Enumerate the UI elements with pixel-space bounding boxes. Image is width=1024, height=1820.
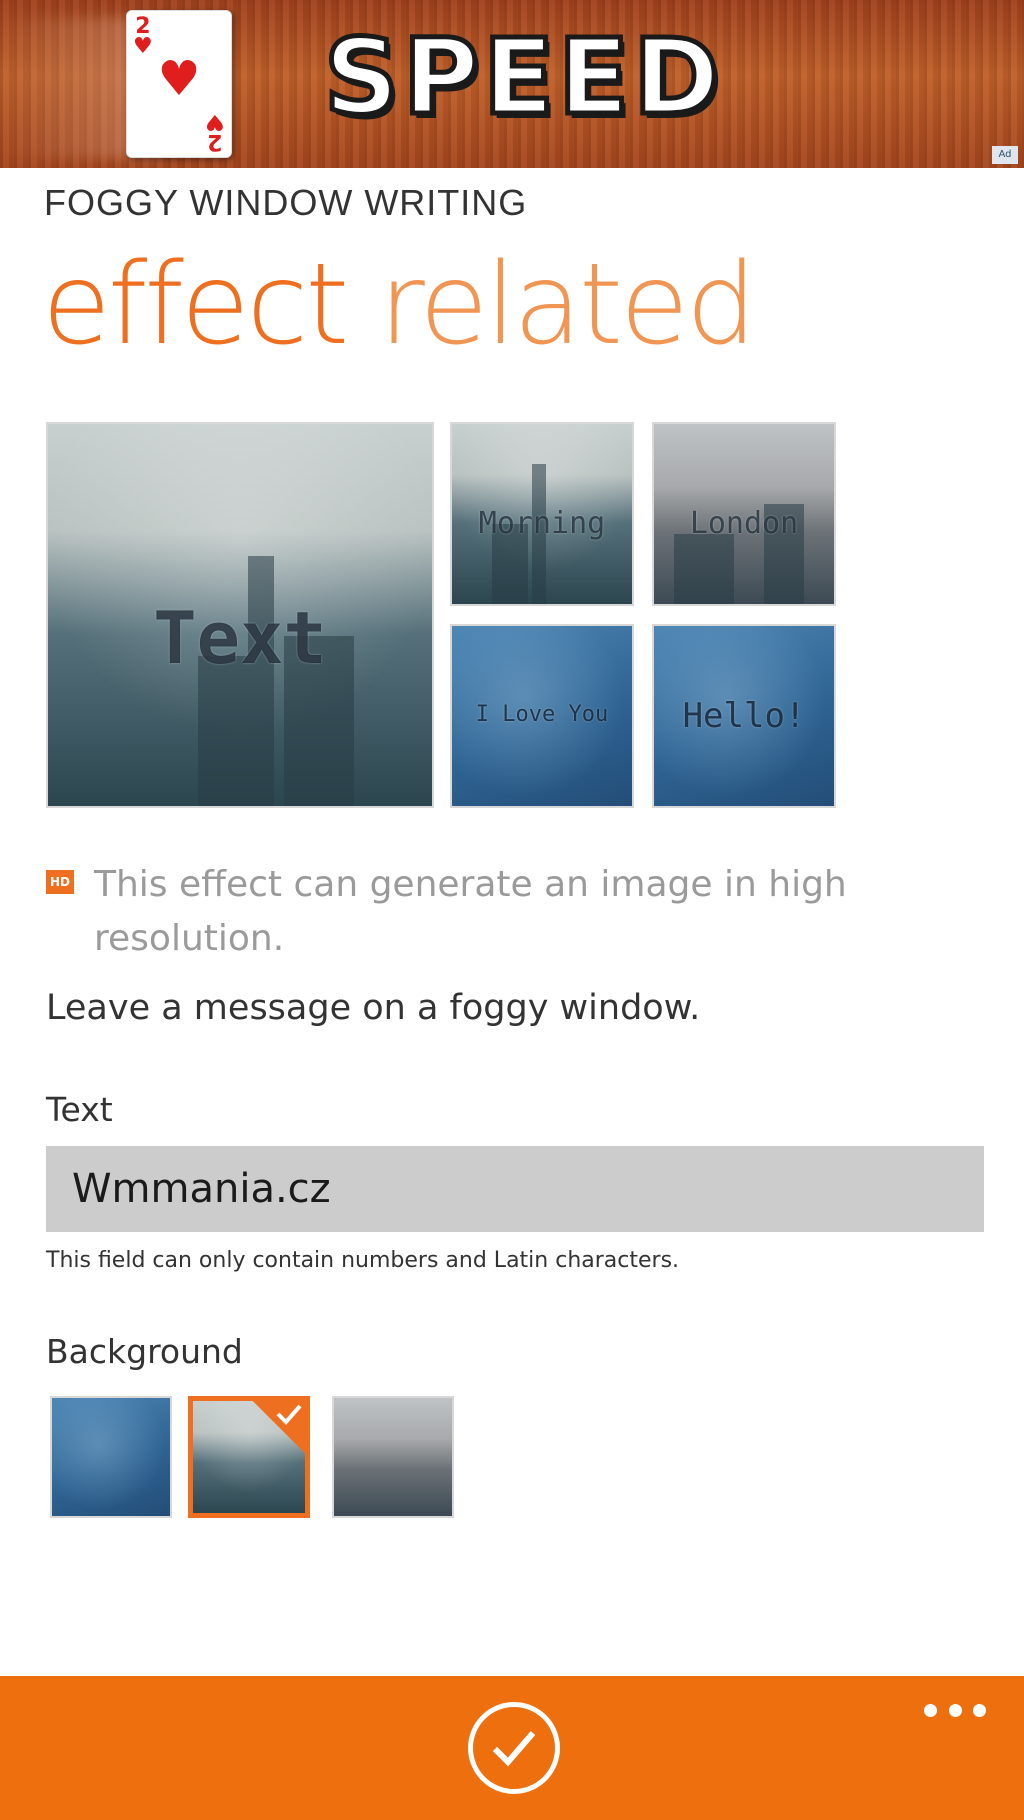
check-circle-icon (492, 1731, 536, 1767)
sample-image-small[interactable]: Hello! (652, 624, 836, 808)
ad-banner[interactable]: 2 ♥ ♥ 2 ♥ SPEED Ad (0, 0, 1024, 168)
page-title-word-effect: effect (42, 240, 349, 370)
app-bar (0, 1676, 1024, 1820)
card-corner-bottom: 2 ♥ (205, 109, 225, 154)
ad-title: SPEED (322, 14, 724, 141)
selected-check-icon (251, 1401, 305, 1455)
ellipsis-icon (924, 1703, 937, 1717)
skyline-spire (248, 556, 274, 806)
text-input[interactable] (46, 1146, 984, 1232)
page-title: effect related (42, 240, 757, 370)
text-field-hint: This field can only contain numbers and … (46, 1248, 680, 1273)
hd-note-text: This effect can generate an image in hig… (94, 864, 847, 959)
background-option-city[interactable] (188, 1396, 310, 1518)
skyline-spire (193, 1401, 203, 1481)
confirm-button[interactable] (468, 1702, 560, 1794)
sample-image-small[interactable]: London (652, 422, 836, 606)
ad-badge[interactable]: Ad (992, 146, 1018, 164)
ellipsis-icon (973, 1703, 986, 1717)
card-corner-top: 2 ♥ (133, 14, 153, 59)
page-title-word-related: related (378, 240, 757, 370)
sample-image-small[interactable]: Morning (450, 422, 634, 606)
ellipsis-icon (948, 1703, 962, 1717)
sample-image-large[interactable]: Text (46, 422, 434, 808)
sample-caption: I Love You (475, 702, 609, 727)
sample-caption: Morning (478, 506, 606, 541)
sample-caption: Hello! (682, 696, 806, 736)
heart-icon: ♥ (157, 51, 201, 107)
skyline-building (334, 1398, 358, 1458)
background-label: Background (46, 1332, 243, 1371)
background-option-blue[interactable] (50, 1396, 172, 1518)
skyline-building (193, 1481, 221, 1513)
background-option-london[interactable] (332, 1396, 454, 1518)
more-options-button[interactable] (924, 1698, 986, 1722)
sample-image-small[interactable]: I Love You (450, 624, 634, 808)
hd-icon: HD (46, 870, 74, 894)
sample-caption: Text (153, 596, 327, 680)
sample-caption: London (689, 506, 799, 541)
skyline-building (674, 534, 734, 604)
skyline-building (334, 1458, 374, 1500)
app-title: FOGGY WINDOW WRITING (44, 182, 528, 223)
effect-description: Leave a message on a foggy window. (46, 988, 701, 1028)
playing-card-image: 2 ♥ ♥ 2 ♥ (126, 10, 232, 158)
text-field-label: Text (46, 1090, 113, 1129)
